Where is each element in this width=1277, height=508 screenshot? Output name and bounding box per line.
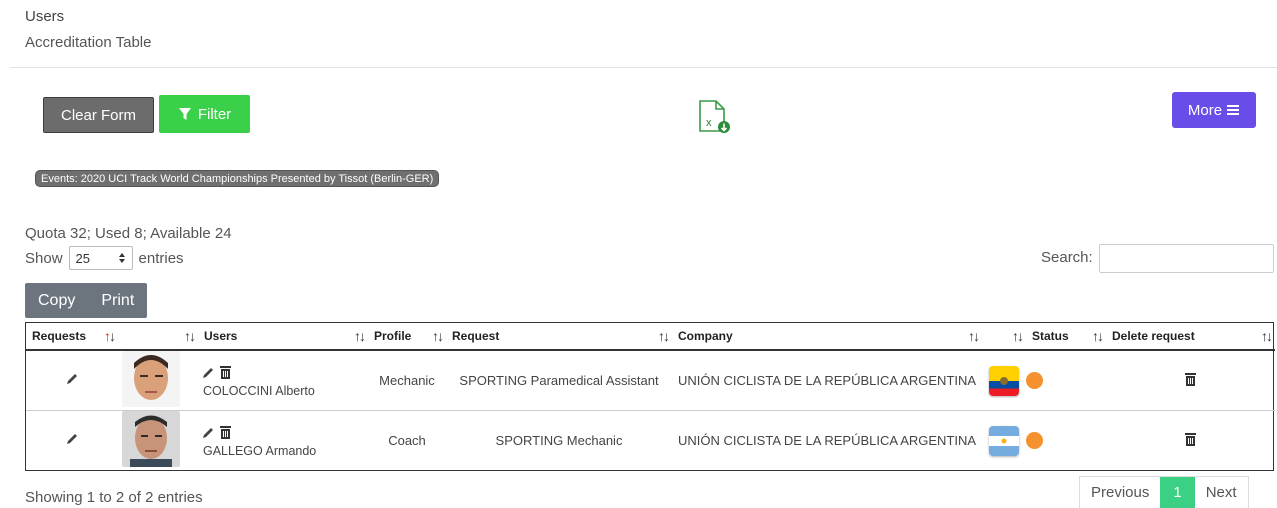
pencil-icon[interactable] <box>201 366 215 380</box>
sort-icon: ↑↓ <box>432 328 444 344</box>
clear-form-button[interactable]: Clear Form <box>43 97 154 133</box>
entries-label: entries <box>138 249 184 267</box>
page-title: Users <box>25 8 65 25</box>
status-face-icon <box>1026 432 1043 450</box>
page-subtitle: Accreditation Table <box>25 34 152 51</box>
company-cell: UNIÓN CICLISTA DE LA REPÚBLICA ARGENTINA <box>672 350 982 411</box>
col-requests[interactable]: Requests ↑↓ <box>26 323 118 351</box>
profile-cell: Mechanic <box>368 350 446 411</box>
length-control: Show 25 entries <box>25 246 184 270</box>
pencil-icon[interactable] <box>201 426 215 440</box>
sort-icon: ↑↓ <box>354 328 366 344</box>
search-label: Search: <box>1041 249 1093 266</box>
request-cell: SPORTING Mechanic <box>495 433 623 449</box>
show-label: Show <box>25 249 63 267</box>
photo-cell <box>118 350 198 411</box>
col-status[interactable]: Status ↑↓ <box>1026 323 1106 351</box>
entries-select-value: 25 <box>75 250 90 266</box>
col-photo[interactable]: ↑↓ <box>118 323 198 351</box>
col-request[interactable]: Request ↑↓ <box>446 323 672 351</box>
trash-icon[interactable] <box>219 425 232 440</box>
col-request-label: Request <box>452 329 500 343</box>
row-edit-cell <box>26 411 118 471</box>
more-label: More <box>1187 101 1223 119</box>
status-face-icon <box>1026 372 1043 389</box>
row-edit-cell <box>26 350 118 411</box>
user-photo <box>122 351 180 407</box>
quota-text: Quota 32; Used 8; Available 24 <box>25 225 232 242</box>
user-cell: COLOCCINI Alberto <box>198 350 368 411</box>
sort-icon: ↑↓ <box>1012 328 1024 344</box>
profile-cell: Coach <box>388 433 426 449</box>
svg-text:x: x <box>706 117 712 129</box>
sort-icon: ↑↓ <box>658 328 670 344</box>
col-users[interactable]: Users ↑↓ <box>198 323 368 351</box>
status-cell <box>1026 411 1106 471</box>
col-requests-label: Requests <box>32 329 87 343</box>
sort-icon: ↑↓ <box>1092 328 1104 344</box>
col-status-label: Status <box>1032 329 1069 343</box>
argentina-flag-icon <box>989 425 1019 456</box>
trash-icon[interactable] <box>219 365 232 380</box>
print-button[interactable]: Print <box>88 283 147 318</box>
ecuador-flag-icon <box>989 365 1019 396</box>
hamburger-icon <box>1227 105 1240 115</box>
col-profile-label: Profile <box>374 329 412 343</box>
sort-icon: ↑↓ <box>968 328 980 344</box>
col-company[interactable]: Company ↑↓ <box>672 323 982 351</box>
accreditation-table: Requests ↑↓ ↑↓ Users ↑↓ Profile ↑↓ Request ↑… <box>25 322 1275 471</box>
export-button-group: Copy Print <box>25 283 148 318</box>
flag-cell <box>982 350 1026 411</box>
user-actions <box>201 425 232 440</box>
table-header-row: Requests ↑↓ ↑↓ Users ↑↓ Profile ↑↓ Request ↑… <box>26 323 1275 351</box>
pencil-icon[interactable] <box>65 372 79 386</box>
col-company-label: Company <box>678 329 733 343</box>
photo-cell <box>118 411 198 471</box>
sort-icon: ↑↓ <box>104 328 116 344</box>
flag-cell <box>982 411 1026 471</box>
table-row: GALLEGO Armando Coach SPORTING Mechanic … <box>26 411 1275 471</box>
sort-updown-icon <box>118 253 125 263</box>
user-name[interactable]: COLOCCINI Alberto <box>203 384 315 398</box>
pagination: Previous 1 Next <box>1079 476 1249 508</box>
user-name[interactable]: GALLEGO Armando <box>203 444 316 458</box>
header-divider <box>10 67 1277 68</box>
copy-button[interactable]: Copy <box>25 283 88 318</box>
filter-label: Filter <box>197 105 232 123</box>
page-1-button[interactable]: 1 <box>1160 477 1195 508</box>
search-input[interactable] <box>1099 244 1274 273</box>
delete-request-cell <box>1106 350 1275 411</box>
more-button[interactable]: More <box>1172 92 1256 128</box>
user-cell: GALLEGO Armando <box>198 411 368 471</box>
table-row: COLOCCINI Alberto Mechanic SPORTING Para… <box>26 350 1275 411</box>
pencil-icon[interactable] <box>65 432 79 446</box>
sort-icon: ↑↓ <box>184 328 196 344</box>
event-filter-badge[interactable]: Events: 2020 UCI Track World Championshi… <box>35 170 440 187</box>
user-actions <box>201 365 232 380</box>
col-users-label: Users <box>204 329 238 343</box>
previous-page-button[interactable]: Previous <box>1080 477 1160 508</box>
trash-icon[interactable] <box>1184 432 1197 447</box>
user-photo <box>122 411 180 468</box>
col-profile[interactable]: Profile ↑↓ <box>368 323 446 351</box>
table-info: Showing 1 to 2 of 2 entries <box>25 489 203 506</box>
excel-export-icon[interactable]: x <box>697 100 731 134</box>
col-delete-label: Delete request <box>1112 329 1195 343</box>
filter-icon <box>178 108 191 120</box>
delete-request-cell <box>1106 411 1275 471</box>
filter-button[interactable]: Filter <box>159 95 250 133</box>
trash-icon[interactable] <box>1184 372 1197 387</box>
status-cell <box>1026 350 1106 411</box>
col-flag[interactable]: ↑↓ <box>982 323 1026 351</box>
entries-select[interactable]: 25 <box>68 246 133 270</box>
col-delete-request[interactable]: Delete request ↑↓ <box>1106 323 1275 351</box>
sort-icon: ↑↓ <box>1261 328 1273 344</box>
company-cell: UNIÓN CICLISTA DE LA REPÚBLICA ARGENTINA <box>677 433 977 449</box>
request-cell: SPORTING Paramedical Assistant <box>446 350 672 411</box>
next-page-button[interactable]: Next <box>1195 477 1248 508</box>
